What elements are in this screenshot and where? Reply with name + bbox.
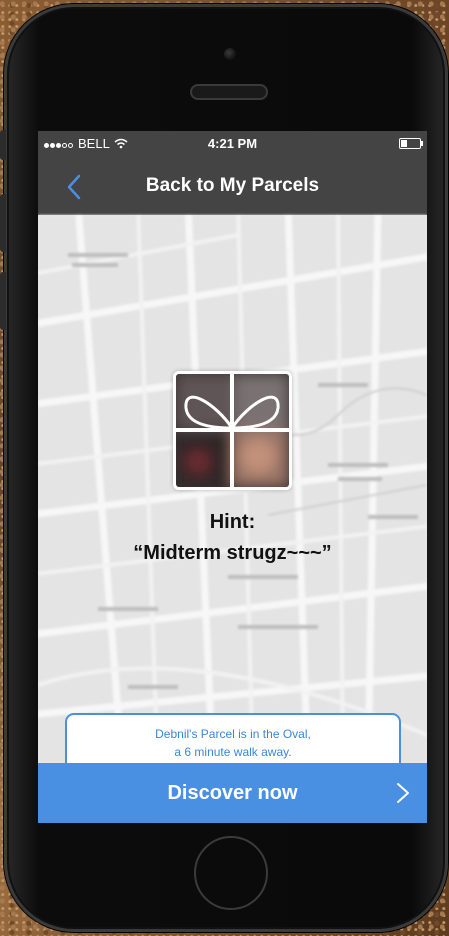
discover-now-button[interactable]: Discover now	[38, 763, 427, 823]
gift-icon[interactable]	[173, 371, 292, 490]
iphone-frame: BELL 4:21 PM Back to My Parcels Hint: “M…	[0, 4, 448, 932]
status-time: 4:21 PM	[207, 136, 258, 151]
battery-icon	[399, 138, 423, 149]
volume-down-button	[0, 272, 6, 330]
location-line-2: a 6 minute walk away.	[174, 745, 292, 759]
chevron-right-icon	[397, 783, 409, 803]
status-bar: BELL 4:21 PM	[38, 131, 427, 157]
back-to-my-parcels-link[interactable]: Back to My Parcels	[38, 175, 427, 197]
app-screen: BELL 4:21 PM Back to My Parcels Hint: “M…	[38, 131, 427, 823]
front-camera	[224, 48, 236, 60]
earpiece-speaker	[190, 84, 268, 100]
discover-now-label: Discover now	[167, 782, 298, 804]
hint-text: “Midterm strugz~~~”	[133, 542, 332, 564]
volume-up-button	[0, 194, 6, 252]
home-button[interactable]	[194, 836, 268, 910]
navigation-bar: Back to My Parcels	[38, 157, 427, 215]
location-line-1: Debnil's Parcel is in the Oval,	[155, 727, 311, 741]
hint-label: Hint:	[209, 511, 256, 533]
mute-switch	[0, 130, 6, 160]
